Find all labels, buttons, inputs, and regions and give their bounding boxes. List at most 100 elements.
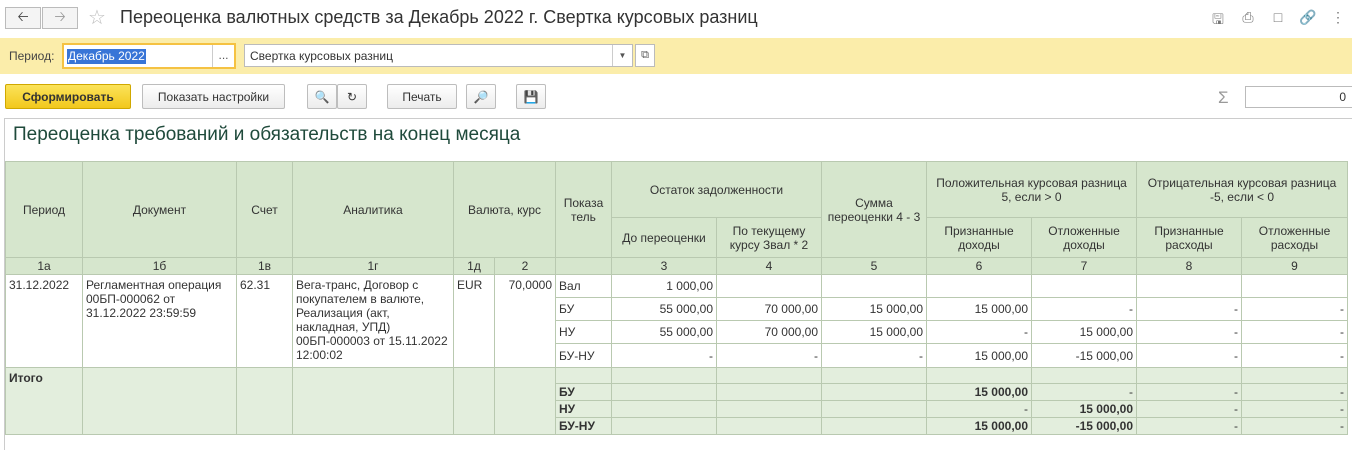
variant-select[interactable]: Свертка курсовых разниц ▼ xyxy=(244,44,633,67)
total-value[interactable]: - xyxy=(1241,400,1348,418)
value-cell[interactable]: - xyxy=(821,343,927,368)
total-value[interactable]: - xyxy=(1031,383,1137,401)
column-numbers-row: 1а 1б 1в 1г 1д 2 3 4 5 6 7 8 9 xyxy=(5,257,1348,275)
total-value[interactable]: - xyxy=(1136,383,1242,401)
indicator-cell[interactable]: Вал xyxy=(555,274,612,298)
print-icon[interactable]: ⎙ xyxy=(1239,9,1257,26)
link-icon[interactable]: 🔗 xyxy=(1299,9,1317,26)
table-row[interactable]: 31.12.2022 Регламентная операция 00БП-00… xyxy=(5,274,1348,368)
save-report-button[interactable]: 💾 xyxy=(516,84,546,109)
search-button[interactable]: 🔍 xyxy=(307,84,337,109)
total-empty xyxy=(611,383,717,401)
total-value[interactable]: - xyxy=(1241,417,1348,435)
value-cell[interactable]: 15 000,00 xyxy=(926,297,1032,321)
header-positive: Положительная курсовая разница 5, если >… xyxy=(926,161,1137,218)
value-cell[interactable]: 70 000,00 xyxy=(716,297,822,321)
total-indicator[interactable]: НУ xyxy=(555,400,612,418)
value-cell[interactable]: 15 000,00 xyxy=(821,320,927,344)
title-bar: 🡠 🡢 ☆ Переоценка валютных средств за Дек… xyxy=(0,0,1352,38)
value-cell[interactable] xyxy=(1031,274,1137,298)
header-before: До переоценки xyxy=(611,217,717,258)
show-settings-button[interactable]: Показать настройки xyxy=(142,84,285,109)
total-empty xyxy=(716,417,822,435)
report-area[interactable]: Переоценка требований и обязательств на … xyxy=(4,118,1352,450)
value-cell[interactable] xyxy=(821,274,927,298)
total-empty xyxy=(611,417,717,435)
value-cell[interactable] xyxy=(716,274,822,298)
total-value[interactable]: 15 000,00 xyxy=(926,383,1032,401)
more-icon[interactable]: ⋮ xyxy=(1329,9,1347,26)
search-icon: 🔍 xyxy=(314,89,330,104)
period-select-button[interactable]: ... xyxy=(212,45,234,67)
total-empty xyxy=(82,367,237,435)
value-cell[interactable]: 15 000,00 xyxy=(926,343,1032,368)
preview-icon[interactable]: □ xyxy=(1269,9,1287,25)
value-cell[interactable]: - xyxy=(611,343,717,368)
value-cell[interactable]: - xyxy=(1241,297,1348,321)
value-cell[interactable]: -15 000,00 xyxy=(1031,343,1137,368)
value-cell[interactable]: 55 000,00 xyxy=(611,297,717,321)
total-value[interactable]: 15 000,00 xyxy=(926,417,1032,435)
col-number: 5 xyxy=(821,257,927,275)
value-cell[interactable] xyxy=(1136,274,1242,298)
value-cell[interactable] xyxy=(926,274,1032,298)
value-cell[interactable]: - xyxy=(1136,297,1242,321)
save-icon[interactable]: 🖫 xyxy=(1209,9,1227,33)
sum-field[interactable]: 0 xyxy=(1245,86,1352,108)
total-indicator[interactable]: БУ-НУ xyxy=(555,417,612,435)
header-analytics: Аналитика xyxy=(292,161,454,258)
period-input[interactable]: Декабрь 2022 ... xyxy=(62,43,236,69)
open-variant-icon[interactable]: ⧉ xyxy=(635,44,655,67)
col-number xyxy=(555,257,612,275)
header-deferred-income: Отложенные доходы xyxy=(1031,217,1137,258)
search-next-button[interactable]: ↻ xyxy=(337,84,367,109)
period-bar: Период: Декабрь 2022 ... Свертка курсовы… xyxy=(0,38,1352,74)
total-empty xyxy=(292,367,454,435)
variant-value[interactable]: Свертка курсовых разниц xyxy=(250,49,393,63)
total-row[interactable]: Итого xyxy=(5,367,1348,435)
indicator-cell[interactable]: НУ xyxy=(555,320,612,344)
total-empty xyxy=(1136,367,1242,384)
period-value[interactable]: Декабрь 2022 xyxy=(67,49,146,64)
record-currency[interactable]: EUR xyxy=(453,274,495,368)
total-value[interactable]: - xyxy=(1136,417,1242,435)
total-value[interactable]: - xyxy=(926,400,1032,418)
value-cell[interactable]: 70 000,00 xyxy=(716,320,822,344)
chevron-down-icon[interactable]: ▼ xyxy=(612,45,632,66)
value-cell[interactable]: - xyxy=(1241,343,1348,368)
value-cell[interactable]: - xyxy=(716,343,822,368)
total-value[interactable]: - xyxy=(1241,383,1348,401)
total-indicator[interactable]: БУ xyxy=(555,383,612,401)
indicator-cell[interactable]: БУ xyxy=(555,297,612,321)
print-button[interactable]: Печать xyxy=(387,84,457,109)
record-rate[interactable]: 70,0000 xyxy=(494,274,556,368)
value-cell[interactable]: - xyxy=(1136,320,1242,344)
value-cell[interactable]: - xyxy=(1136,343,1242,368)
value-cell[interactable]: - xyxy=(926,320,1032,344)
preview-button[interactable]: 🔎 xyxy=(466,84,496,109)
favorite-star-icon[interactable]: ☆ xyxy=(88,6,106,30)
value-cell[interactable]: 55 000,00 xyxy=(611,320,717,344)
total-value[interactable]: 15 000,00 xyxy=(1031,400,1137,418)
value-cell[interactable]: - xyxy=(1031,297,1137,321)
total-label[interactable]: Итого xyxy=(5,367,83,435)
forward-button[interactable]: 🡢 xyxy=(42,7,78,29)
indicator-cell[interactable]: БУ-НУ xyxy=(555,343,612,368)
total-value[interactable]: - xyxy=(1136,400,1242,418)
value-cell[interactable]: 15 000,00 xyxy=(1031,320,1137,344)
header-document: Документ xyxy=(82,161,237,258)
record-account[interactable]: 62.31 xyxy=(236,274,293,368)
back-button[interactable]: 🡠 xyxy=(5,7,41,29)
value-cell[interactable] xyxy=(1241,274,1348,298)
total-value[interactable]: -15 000,00 xyxy=(1031,417,1137,435)
record-analytics[interactable]: Вега-транс, Договор с покупателем в валю… xyxy=(292,274,454,368)
record-period[interactable]: 31.12.2022 xyxy=(5,274,83,368)
col-number: 1в xyxy=(236,257,293,275)
col-number: 1г xyxy=(292,257,454,275)
value-cell[interactable]: 15 000,00 xyxy=(821,297,927,321)
record-document[interactable]: Регламентная операция 00БП-000062 от 31.… xyxy=(82,274,237,368)
value-cell[interactable]: 1 000,00 xyxy=(611,274,717,298)
generate-button[interactable]: Сформировать xyxy=(5,84,131,109)
col-number: 9 xyxy=(1241,257,1348,275)
value-cell[interactable]: - xyxy=(1241,320,1348,344)
